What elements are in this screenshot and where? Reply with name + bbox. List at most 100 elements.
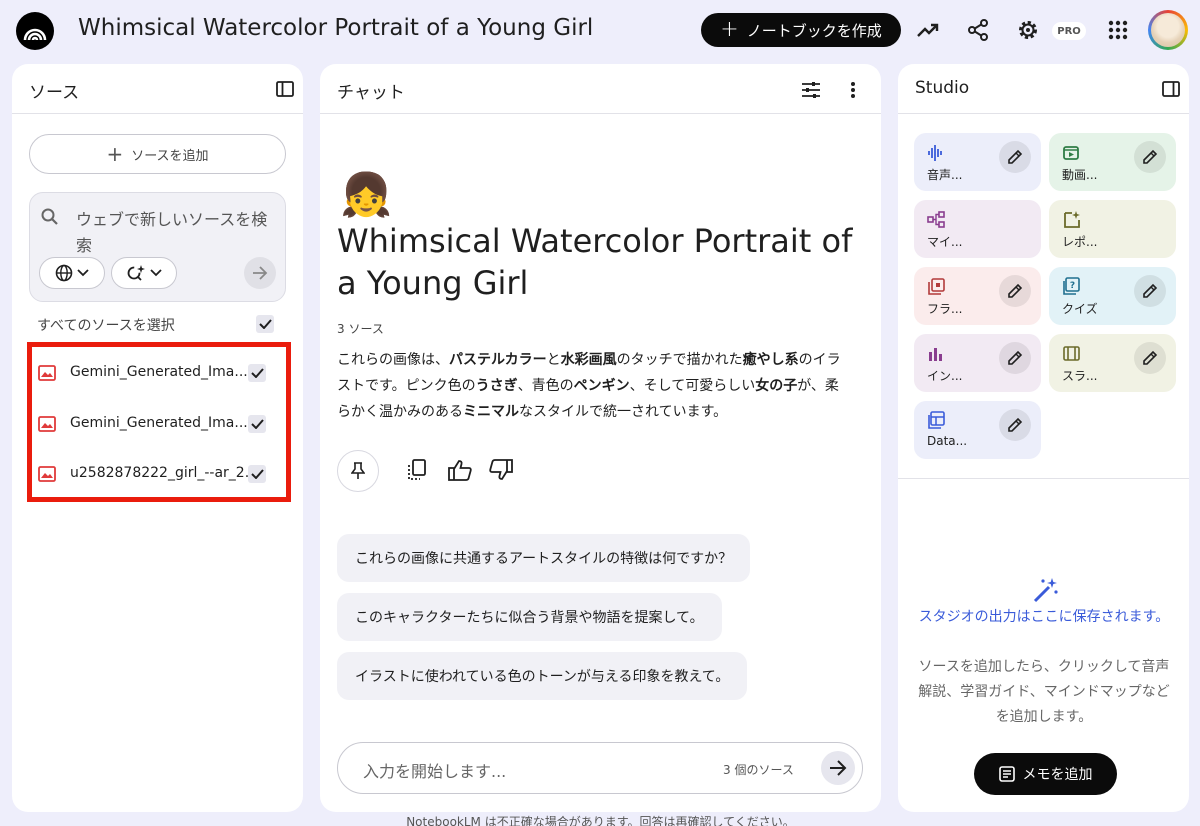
thumbs-up-icon[interactable] (448, 459, 472, 481)
studio-tile-mindmap[interactable]: マイ... (914, 200, 1041, 258)
source-item[interactable]: Gemini_Generated_Ima... (32, 353, 286, 393)
suggested-question[interactable]: イラストに使われている色のトーンが与える印象を教えて。 (337, 652, 748, 700)
search-input[interactable]: ウェブで新しいソースを検索 (76, 207, 276, 259)
magic-wand-icon (1032, 576, 1060, 604)
studio-tile-infographic[interactable]: イン... (914, 334, 1041, 392)
studio-tile-label: イン... (927, 369, 963, 383)
analytics-icon[interactable] (914, 15, 942, 45)
chat-input[interactable]: 入力を開始します... 3 個のソース (337, 742, 863, 794)
edit-pencil-icon[interactable] (999, 275, 1031, 307)
checkmark-icon (250, 368, 264, 378)
thumbs-down-icon[interactable] (489, 459, 513, 481)
collapse-panel-icon[interactable] (276, 81, 294, 97)
avatar-image (1151, 13, 1185, 47)
plus-icon: + (720, 17, 739, 42)
input-source-count: 3 個のソース (723, 763, 794, 777)
arrow-right-icon (830, 760, 847, 776)
copy-icon[interactable] (407, 459, 427, 481)
user-avatar[interactable] (1148, 10, 1188, 50)
checkmark-icon (250, 419, 264, 429)
studio-tile-audio-waveform[interactable]: 音声... (914, 133, 1041, 191)
notebook-heading: Whimsical Watercolor Portrait of a Young… (337, 222, 853, 302)
select-all-label: すべてのソースを選択 (37, 318, 175, 334)
chat-settings-icon[interactable] (801, 81, 821, 99)
notebook-title[interactable]: Whimsical Watercolor Portrait of a Young… (78, 15, 593, 41)
globe-icon (55, 264, 73, 282)
image-file-icon (38, 466, 56, 482)
summary-text: 、青色の (517, 378, 574, 394)
summary-keyword: ミニマル (463, 404, 519, 420)
source-checkbox[interactable] (248, 465, 266, 483)
summary-text: のタッチで描かれた (616, 352, 743, 368)
suggested-question[interactable]: このキャラクターたちに似合う背景や物語を提案して。 (337, 593, 722, 641)
studio-tile-datatable[interactable]: Data... (914, 401, 1041, 459)
summary-text: なスタイルで統一されています。 (519, 404, 728, 420)
more-vert-icon[interactable] (850, 81, 856, 99)
studio-tile-flashcard[interactable]: フラ... (914, 267, 1041, 325)
chat-panel-header: チャット (320, 64, 881, 114)
svg-text:?: ? (1070, 281, 1075, 291)
studio-tile-video[interactable]: 動画... (1049, 133, 1176, 191)
source-item[interactable]: u2582878222_girl_--ar_2... (32, 454, 286, 494)
edit-pencil-icon[interactable] (999, 342, 1031, 374)
datatable-icon (927, 411, 945, 429)
summary-keyword: ペンギン (573, 378, 630, 394)
mindmap-icon (927, 210, 945, 228)
studio-tile-slides[interactable]: スラ... (1049, 334, 1176, 392)
add-note-button[interactable]: メモを追加 (974, 753, 1117, 795)
share-icon[interactable] (964, 15, 992, 45)
sources-panel-title: ソース (29, 83, 80, 103)
arrow-right-icon (253, 266, 268, 280)
collapse-panel-icon[interactable] (1162, 81, 1180, 97)
summary-keyword: 癒やし系 (742, 352, 799, 368)
source-checkbox[interactable] (248, 415, 266, 433)
web-source-search[interactable]: ウェブで新しいソースを検索 (29, 192, 286, 302)
select-all-checkbox[interactable] (256, 315, 274, 333)
suggested-question[interactable]: これらの画像に共通するアートスタイルの特徴は何ですか？ (337, 534, 751, 582)
chevron-down-icon (77, 269, 89, 277)
summary-keyword: 水彩画風 (560, 352, 617, 368)
summary-text: これらの画像は、 (337, 352, 449, 368)
save-to-note-button[interactable] (337, 450, 379, 492)
quiz-icon: ? (1062, 277, 1080, 295)
notebook-summary: これらの画像は、パステルカラーと水彩画風のタッチで描かれた癒やし系のイラストです… (337, 347, 847, 425)
web-scope-dropdown[interactable] (39, 257, 105, 289)
settings-gear-icon[interactable] (1014, 15, 1042, 45)
edit-pencil-icon[interactable] (1134, 275, 1166, 307)
studio-tile-label: レポ... (1062, 235, 1098, 249)
edit-pencil-icon[interactable] (1134, 141, 1166, 173)
studio-panel-title: Studio (915, 78, 970, 98)
research-mode-dropdown[interactable] (111, 257, 177, 289)
note-icon (998, 766, 1015, 782)
app-header: Whimsical Watercolor Portrait of a Young… (0, 0, 1200, 62)
source-name: Gemini_Generated_Ima... (70, 364, 248, 380)
summary-keyword: パステルカラー (449, 352, 547, 368)
source-name: Gemini_Generated_Ima... (70, 415, 248, 431)
studio-tile-report[interactable]: レポ... (1049, 200, 1176, 258)
studio-tile-quiz[interactable]: ? クイズ (1049, 267, 1176, 325)
summary-keyword: 女の子 (755, 378, 798, 394)
slides-icon (1062, 344, 1080, 362)
edit-pencil-icon[interactable] (1134, 342, 1166, 374)
studio-panel: Studio 音声... 動画... マイ... レポ... フラ...? クイズイン..… (898, 64, 1189, 812)
add-source-button[interactable]: + ソースを追加 (29, 134, 286, 174)
chat-input-placeholder: 入力を開始します... (363, 762, 507, 781)
fast-research-icon (127, 265, 145, 281)
notebooklm-logo-icon[interactable] (16, 12, 54, 50)
source-checkbox[interactable] (248, 364, 266, 382)
search-submit-button[interactable] (244, 257, 276, 289)
create-notebook-button[interactable]: + ノートブックを作成 (701, 13, 901, 47)
edit-pencil-icon[interactable] (999, 141, 1031, 173)
send-button[interactable] (821, 751, 855, 785)
chat-panel-title: チャット (337, 83, 405, 103)
edit-pencil-icon[interactable] (999, 409, 1031, 441)
summary-keyword: うさぎ (475, 378, 518, 394)
studio-tile-label: Data... (927, 434, 968, 448)
apps-grid-icon[interactable] (1104, 15, 1132, 45)
audio-waveform-icon (927, 143, 945, 161)
studio-tile-label: マイ... (927, 235, 963, 249)
source-item[interactable]: Gemini_Generated_Ima... (32, 404, 286, 444)
report-icon (1062, 210, 1080, 228)
studio-empty-title: スタジオの出力はここに保存されます。 (918, 609, 1170, 625)
chat-panel: チャット 👧 Whimsical Watercolor Portrait of … (320, 64, 881, 812)
